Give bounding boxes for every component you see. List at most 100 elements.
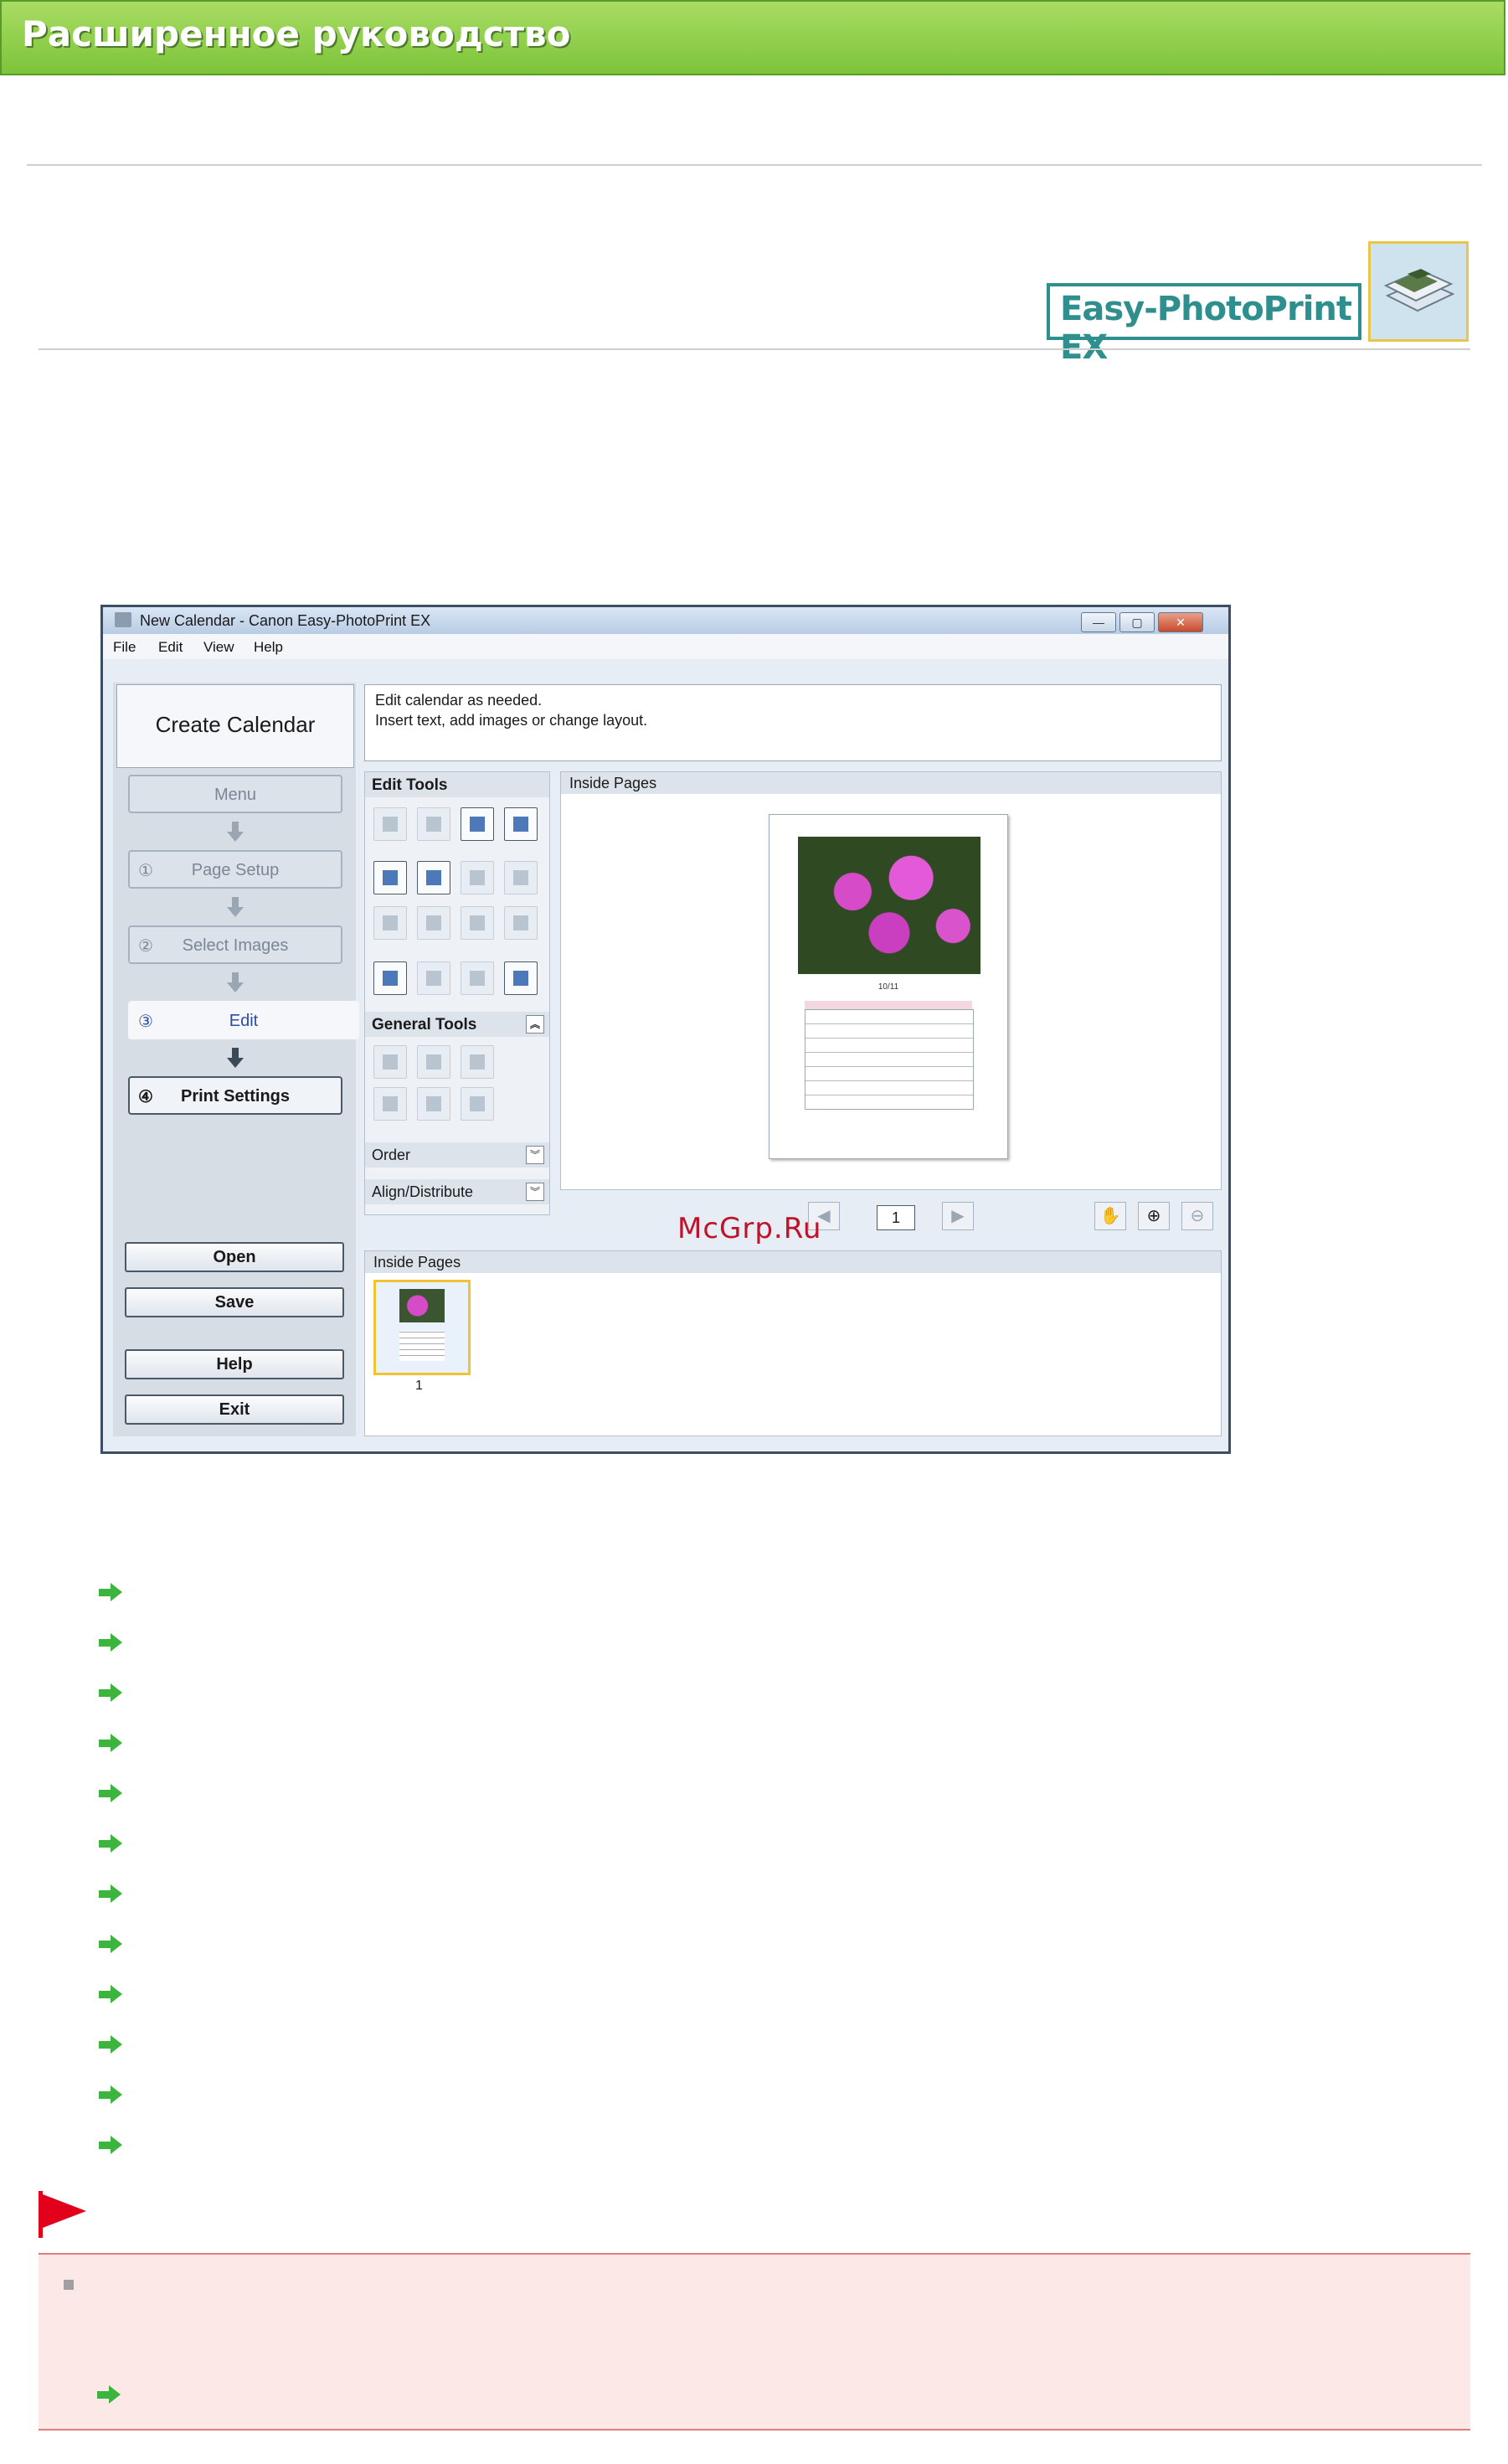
collapse-icon[interactable]: ︽ (526, 1015, 544, 1034)
bullet-icon (64, 2280, 74, 2290)
minimize-button[interactable]: — (1081, 612, 1116, 632)
down-arrow-icon (227, 822, 244, 842)
important-note-box (39, 2253, 1470, 2430)
link-arrow-icon[interactable] (99, 1683, 124, 1702)
image-correct-icon[interactable] (504, 861, 538, 894)
undo-icon[interactable] (373, 1045, 407, 1079)
page-header-bar: Расширенное руководство (0, 0, 1505, 75)
link-arrow-icon[interactable] (99, 1834, 124, 1853)
link-arrow-icon[interactable] (99, 1884, 124, 1903)
vertical-text-icon[interactable] (417, 961, 450, 995)
delete-icon[interactable] (461, 1045, 494, 1079)
step-label: Select Images (182, 936, 289, 955)
preview-header-label: Inside Pages (569, 775, 657, 791)
edit-tools-header: Edit Tools (365, 772, 549, 797)
link-arrow-icon[interactable] (99, 2085, 124, 2104)
step-label: Page Setup (191, 861, 280, 879)
calendar-page[interactable]: 10/11 (769, 814, 1008, 1159)
maximize-button[interactable]: ▢ (1119, 612, 1155, 632)
page-preview-area: Inside Pages 10/11 (560, 771, 1222, 1190)
product-logo-text: Easy-PhotoPrint EX (1060, 290, 1352, 367)
thumbnail-page-label: 1 (415, 1379, 423, 1393)
window-titlebar: New Calendar - Canon Easy-PhotoPrint EX … (103, 607, 1228, 634)
page-number-field[interactable]: 1 (877, 1205, 915, 1230)
align-distribute-label: Align/Distribute (372, 1183, 474, 1200)
menu-edit[interactable]: Edit (158, 639, 183, 656)
menu-file[interactable]: File (113, 639, 136, 656)
save-button[interactable]: Save (125, 1287, 344, 1317)
flower-photo[interactable] (798, 837, 980, 974)
close-button[interactable]: ✕ (1158, 612, 1203, 632)
link-arrow-icon[interactable] (99, 1784, 124, 1802)
align-text-icon[interactable] (461, 961, 494, 995)
calendar-month: 10/11 (878, 982, 899, 992)
link-arrow-icon[interactable] (99, 1985, 124, 2003)
rotate-right-icon[interactable] (417, 807, 450, 841)
photos-stack-icon (1368, 241, 1469, 342)
image-replace-icon[interactable] (504, 807, 538, 841)
paste-icon[interactable] (461, 1087, 494, 1121)
calendar-grid[interactable] (805, 1009, 974, 1110)
tools-panel: Edit Tools General Tools ︽ Order ︾ Align/D… (364, 771, 550, 1215)
frame-icon[interactable] (373, 906, 407, 940)
rotate-left-icon[interactable] (373, 807, 407, 841)
link-arrow-icon[interactable] (99, 1734, 124, 1752)
step-label: Menu (214, 786, 257, 804)
calendar-weekday-row (805, 1001, 972, 1009)
image-layout-icon[interactable] (461, 807, 494, 841)
down-arrow-icon (227, 1048, 244, 1068)
flip-icon[interactable] (461, 906, 494, 940)
background-icon[interactable] (417, 861, 450, 894)
date-icon[interactable] (417, 906, 450, 940)
preview-nav-bar: ◀ 1 ▶ ✋ ⊕ ⊖ (560, 1198, 1222, 1232)
link-arrow-icon[interactable] (99, 1633, 124, 1652)
step-select-images[interactable]: ② Select Images (128, 925, 342, 964)
menu-view[interactable]: View (203, 639, 234, 656)
next-page-button[interactable]: ▶ (942, 1202, 974, 1230)
step-page-setup[interactable]: ① Page Setup (128, 850, 342, 889)
link-arrow-icon[interactable] (99, 1935, 124, 1953)
order-header[interactable]: Order ︾ (365, 1142, 549, 1168)
thumbnail-panel: Inside Pages 1 (364, 1250, 1222, 1436)
link-arrow-icon[interactable] (99, 1583, 124, 1601)
exit-button[interactable]: Exit (125, 1394, 344, 1425)
menu-help[interactable]: Help (254, 639, 283, 656)
window-title: New Calendar - Canon Easy-PhotoPrint EX (140, 612, 431, 629)
redo-icon[interactable] (417, 1045, 450, 1079)
divider (27, 164, 1482, 166)
step-menu[interactable]: Menu (128, 775, 342, 813)
calendar-settings-icon[interactable] (504, 961, 538, 995)
thumbnail-header-label: Inside Pages (373, 1254, 461, 1271)
link-arrow-icon[interactable] (99, 2035, 124, 2054)
link-arrow-icon[interactable] (97, 2385, 122, 2404)
zoom-in-icon[interactable]: ⊕ (1138, 1202, 1170, 1230)
app-icon (115, 612, 131, 627)
instruction-line-2: Insert text, add images or change layout… (375, 712, 648, 729)
order-label: Order (372, 1147, 411, 1163)
step-label: Print Settings (180, 1087, 290, 1106)
zoom-out-icon[interactable]: ⊖ (1181, 1202, 1213, 1230)
watermark: McGrp.Ru (677, 1212, 822, 1245)
open-button[interactable]: Open (125, 1242, 344, 1272)
align-distribute-header[interactable]: Align/Distribute ︾ (365, 1179, 549, 1204)
step-edit[interactable]: ③ Edit (128, 1001, 359, 1039)
down-arrow-icon (227, 972, 244, 992)
page-thumbnail[interactable] (373, 1280, 471, 1375)
expand-icon[interactable]: ︾ (526, 1146, 544, 1164)
create-calendar-header: Create Calendar (116, 684, 354, 768)
crop-icon[interactable] (461, 861, 494, 894)
link-arrow-icon[interactable] (99, 2136, 124, 2154)
step-print-settings[interactable]: ④ Print Settings (128, 1076, 342, 1115)
add-text-icon[interactable] (373, 961, 407, 995)
cut-icon[interactable] (373, 1087, 407, 1121)
help-button[interactable]: Help (125, 1349, 344, 1379)
page-header-title: Расширенное руководство (22, 13, 571, 54)
hand-tool-icon[interactable]: ✋ (1094, 1202, 1126, 1230)
copy-icon[interactable] (417, 1087, 450, 1121)
important-flag-icon (39, 2191, 90, 2238)
instruction-box: Edit calendar as needed. Insert text, ad… (364, 684, 1222, 761)
add-image-icon[interactable] (373, 861, 407, 894)
filter-icon[interactable] (504, 906, 538, 940)
preview-header: Inside Pages (561, 772, 1221, 794)
expand-icon[interactable]: ︾ (526, 1183, 544, 1201)
